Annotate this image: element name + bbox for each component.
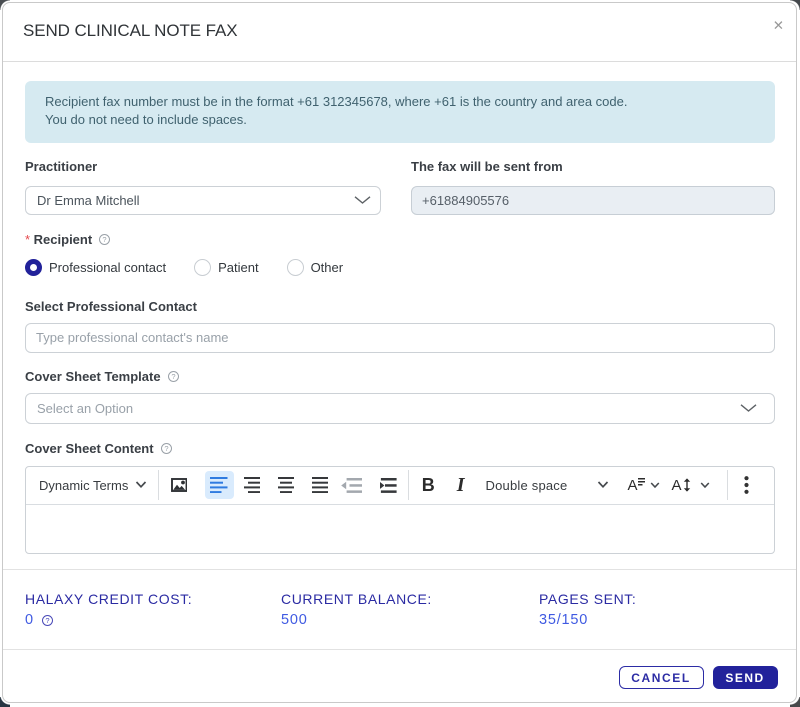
svg-text:?: ?	[45, 616, 49, 625]
svg-text:?: ?	[171, 372, 175, 381]
svg-text:?: ?	[164, 444, 168, 453]
svg-text:?: ?	[103, 235, 107, 244]
